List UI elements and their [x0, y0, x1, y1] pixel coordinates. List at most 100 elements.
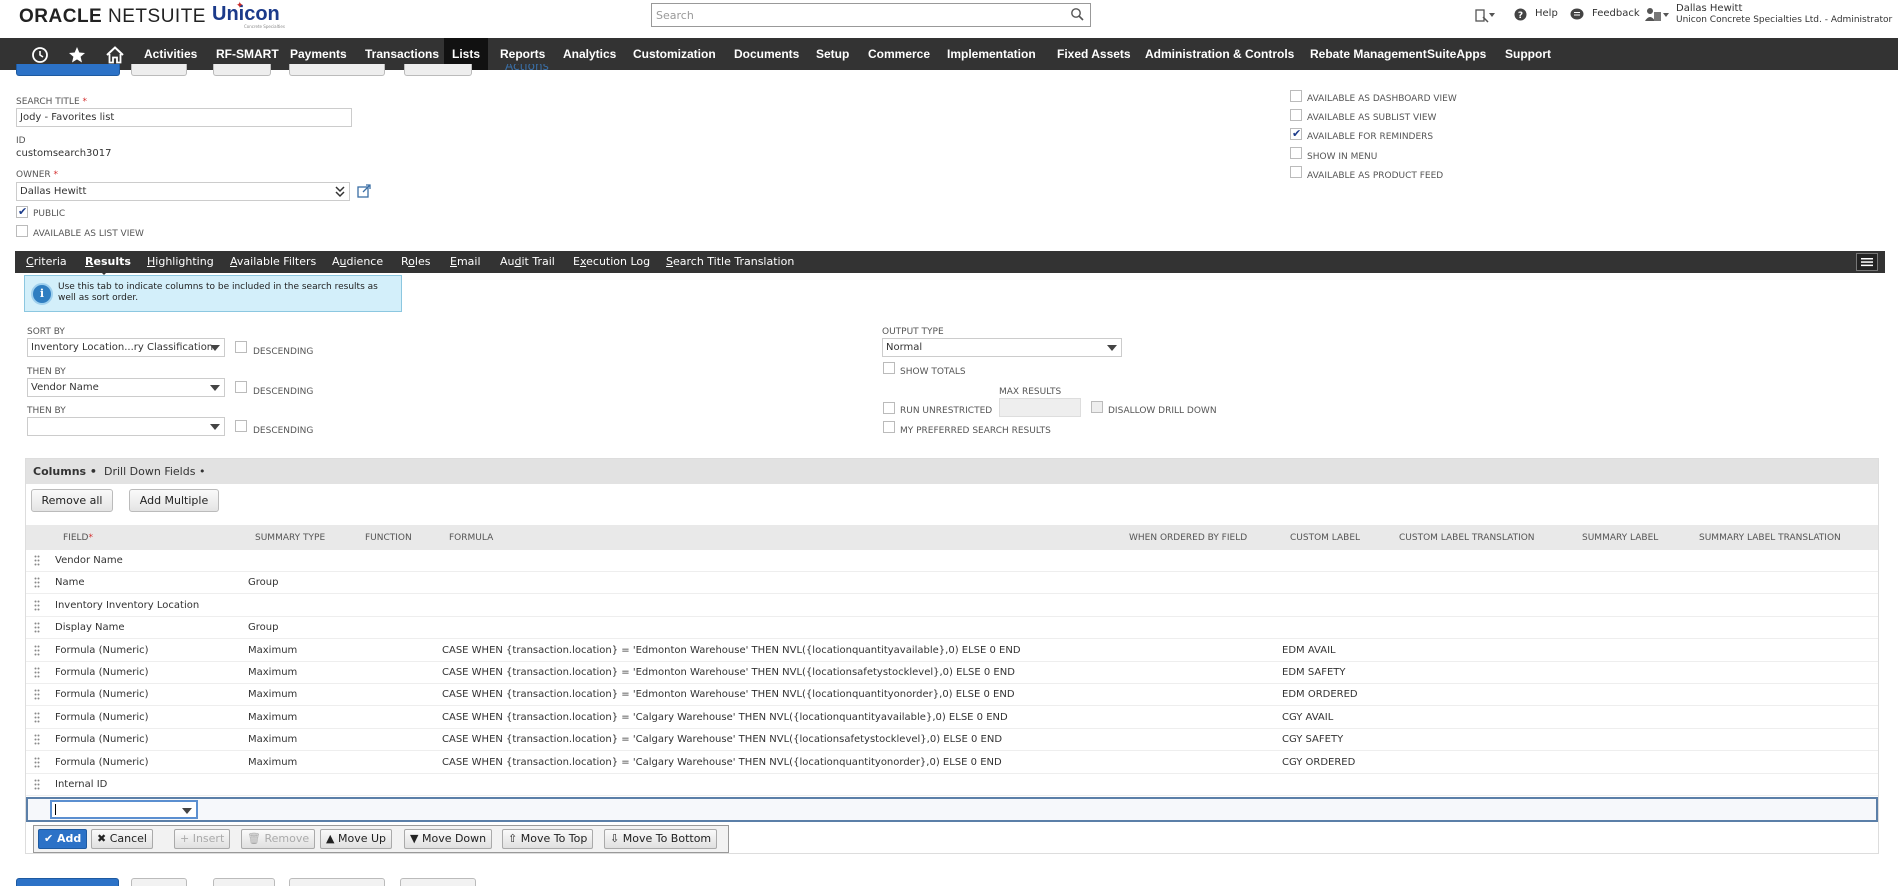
product-feed-checkbox[interactable]: [1290, 166, 1302, 178]
nav-suiteapps[interactable]: SuiteApps: [1427, 38, 1486, 70]
nav-setup[interactable]: Setup: [816, 38, 849, 70]
preview-button-partial[interactable]: [213, 64, 271, 76]
feedback-icon[interactable]: [1570, 8, 1584, 21]
drag-handle-icon[interactable]: [34, 779, 40, 790]
table-row[interactable]: Name Group: [26, 572, 1878, 595]
drag-handle-icon[interactable]: [34, 712, 40, 723]
drag-handle-icon[interactable]: [34, 645, 40, 656]
user-name[interactable]: Dallas Hewitt: [1676, 3, 1742, 14]
drag-handle-icon[interactable]: [34, 689, 40, 700]
help-link[interactable]: Help: [1535, 8, 1558, 19]
move-to-bottom-button[interactable]: ⇩ Move To Bottom: [604, 829, 718, 849]
save-button-partial[interactable]: [16, 64, 120, 76]
add-row-button[interactable]: ✔ Add: [38, 829, 88, 849]
chevron-down-icon[interactable]: [1663, 13, 1669, 17]
tab-drill-down-fields[interactable]: Drill Down Fields •: [104, 465, 205, 478]
home-icon[interactable]: [106, 46, 124, 64]
help-icon[interactable]: ?: [1514, 8, 1527, 21]
favorites-star-icon[interactable]: [68, 46, 86, 64]
tab-audit-trail[interactable]: Audit Trail: [500, 255, 555, 268]
tab-results[interactable]: Results: [85, 255, 131, 268]
table-row[interactable]: Formula (Numeric) Maximum CASE WHEN {trans…: [26, 684, 1878, 707]
collapse-menu-icon[interactable]: [1856, 253, 1878, 271]
run-unrestricted-checkbox[interactable]: [883, 402, 895, 414]
tab-audience[interactable]: Audience: [332, 255, 383, 268]
recent-records-icon[interactable]: [1475, 9, 1489, 23]
new-column-edit-row[interactable]: [26, 797, 1878, 822]
remove-all-button[interactable]: Remove all: [31, 489, 113, 512]
move-to-top-button[interactable]: ⇧ Move To Top: [502, 829, 594, 849]
cancel-row-button[interactable]: ✖ Cancel: [91, 829, 153, 849]
drag-handle-icon[interactable]: [34, 734, 40, 745]
user-role-icon[interactable]: [1645, 7, 1661, 22]
tab-highlighting[interactable]: Highlighting: [147, 255, 214, 268]
tab-criteria[interactable]: Criteria: [26, 255, 67, 268]
drag-handle-icon[interactable]: [34, 667, 40, 678]
actions-menu[interactable]: Actions: [490, 64, 560, 75]
preview-button-bottom-partial[interactable]: [213, 878, 275, 886]
nav-implementation[interactable]: Implementation: [947, 38, 1036, 70]
tab-search-title-translation[interactable]: Search Title Translation: [666, 255, 794, 268]
table-row[interactable]: Formula (Numeric) Maximum CASE WHEN {trans…: [26, 662, 1878, 684]
drag-handle-icon[interactable]: [34, 757, 40, 768]
oracle-netsuite-logo[interactable]: ORACLE NETSUITE: [19, 6, 206, 28]
preferred-results-checkbox[interactable]: [883, 421, 895, 433]
drag-handle-icon[interactable]: [34, 600, 40, 611]
sort-descending-checkbox[interactable]: [235, 341, 247, 353]
change-id-button-bottom-partial[interactable]: [400, 878, 476, 886]
nav-customization[interactable]: Customization: [633, 38, 716, 70]
show-in-menu-checkbox[interactable]: [1290, 147, 1302, 159]
company-logo[interactable]: Unicon: [212, 3, 280, 26]
table-row[interactable]: Formula (Numeric) Maximum CASE WHEN {trans…: [26, 751, 1878, 774]
insert-row-button[interactable]: + Insert: [174, 829, 231, 849]
sort-by-select[interactable]: Inventory Location...ry Classification: [27, 338, 225, 357]
tab-roles[interactable]: Roles: [401, 255, 430, 268]
user-role[interactable]: Unicon Concrete Specialties Ltd. - Admin…: [1676, 15, 1892, 25]
tab-email[interactable]: Email: [450, 255, 481, 268]
owner-select[interactable]: Dallas Hewitt: [16, 182, 350, 201]
new-field-select[interactable]: [50, 800, 198, 819]
new-template-button-bottom-partial[interactable]: [289, 878, 385, 886]
open-record-icon[interactable]: [357, 184, 371, 198]
tab-columns[interactable]: Columns •: [33, 465, 97, 478]
table-row[interactable]: Internal ID: [26, 774, 1878, 796]
feedback-link[interactable]: Feedback: [1592, 8, 1640, 19]
cancel-button-partial[interactable]: [131, 64, 187, 76]
nav-analytics[interactable]: Analytics: [563, 38, 616, 70]
nav-documents[interactable]: Documents: [734, 38, 799, 70]
then-by-2-select[interactable]: [27, 417, 225, 436]
public-checkbox[interactable]: [16, 205, 28, 218]
new-template-button-partial[interactable]: [289, 64, 385, 76]
nav-administration-controls[interactable]: Administration & Controls: [1145, 38, 1294, 70]
recent-history-icon[interactable]: [31, 46, 49, 64]
list-view-checkbox[interactable]: [16, 225, 28, 237]
nav-support[interactable]: Support: [1505, 38, 1551, 70]
tab-execution-log[interactable]: Execution Log: [573, 255, 650, 268]
chevron-down-icon[interactable]: [1489, 13, 1495, 17]
drag-handle-icon[interactable]: [34, 555, 40, 566]
drag-handle-icon[interactable]: [34, 577, 40, 588]
reminders-checkbox[interactable]: [1290, 127, 1302, 140]
add-multiple-button[interactable]: Add Multiple: [129, 489, 219, 512]
tab-available-filters[interactable]: Available Filters: [230, 255, 316, 268]
search-title-input[interactable]: Jody - Favorites list: [16, 108, 352, 127]
double-chevron-down-icon[interactable]: [335, 186, 345, 198]
max-results-input[interactable]: [999, 398, 1081, 417]
nav-rebate-management[interactable]: Rebate Management: [1310, 38, 1427, 70]
output-type-select[interactable]: Normal: [882, 338, 1122, 357]
table-row[interactable]: Formula (Numeric) Maximum CASE WHEN {trans…: [26, 729, 1878, 752]
table-row[interactable]: Inventory Inventory Location: [26, 594, 1878, 617]
save-button-bottom-partial[interactable]: [16, 878, 119, 886]
dashboard-view-checkbox[interactable]: [1290, 90, 1302, 102]
change-id-button-partial[interactable]: [404, 64, 472, 76]
sublist-view-checkbox[interactable]: [1290, 109, 1302, 121]
show-totals-checkbox[interactable]: [883, 362, 895, 374]
search-icon[interactable]: [1070, 7, 1084, 21]
then-by-descending-checkbox[interactable]: [235, 381, 247, 393]
drag-handle-icon[interactable]: [34, 622, 40, 633]
move-down-button[interactable]: ▼ Move Down: [404, 829, 493, 849]
move-up-button[interactable]: ▲ Move Up: [320, 829, 392, 849]
remove-row-button[interactable]: 🗑 Remove: [241, 829, 316, 849]
disallow-drill-down-checkbox[interactable]: [1091, 401, 1103, 413]
then-by-select[interactable]: Vendor Name: [27, 378, 225, 397]
